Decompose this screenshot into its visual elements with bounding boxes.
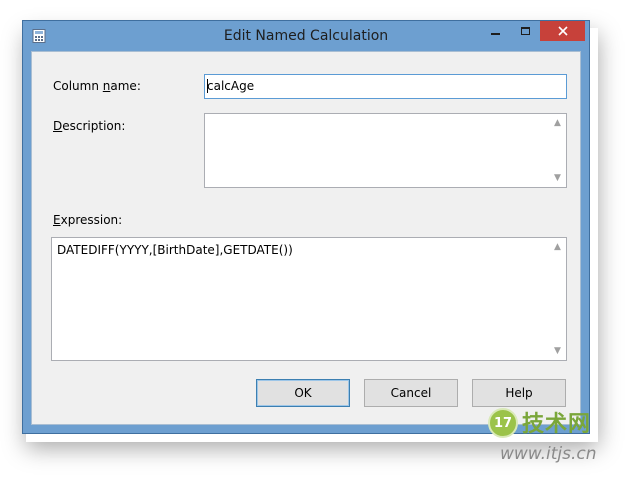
maximize-button[interactable]	[511, 21, 539, 41]
description-textarea[interactable]: ▲ ▼	[204, 113, 567, 188]
expression-label: Expression:	[53, 213, 123, 227]
watermark-url: www.itjs.cn	[500, 444, 597, 464]
column-name-label: Column name:	[53, 79, 141, 93]
maximize-icon	[520, 27, 530, 35]
close-button[interactable]	[540, 21, 585, 41]
close-icon	[557, 26, 568, 36]
minimize-button[interactable]	[481, 21, 509, 41]
site-watermark: 17 技术网 www.itjs.cn	[486, 404, 626, 470]
expression-textarea[interactable]: DATEDIFF(YYYY,[BirthDate],GETDATE()) ▲ ▼	[51, 237, 567, 361]
dialog-window: Edit Named Calculation Column name: calc…	[22, 20, 590, 434]
minimize-icon	[490, 33, 500, 35]
watermark-brand: 技术网	[522, 412, 592, 437]
ok-button[interactable]: OK	[256, 379, 350, 407]
scroll-down-icon[interactable]: ▼	[552, 173, 563, 183]
scroll-up-icon[interactable]: ▲	[552, 118, 563, 128]
expression-value: DATEDIFF(YYYY,[BirthDate],GETDATE())	[57, 243, 293, 257]
scroll-down-icon[interactable]: ▼	[552, 346, 563, 356]
column-name-input[interactable]: calcAge	[204, 74, 567, 99]
title-bar[interactable]: Edit Named Calculation	[23, 21, 589, 51]
watermark-badge: 17	[488, 408, 518, 438]
dialog-client-area: Column name: calcAge Description: ▲ ▼ Ex…	[31, 51, 581, 425]
scroll-up-icon[interactable]: ▲	[552, 242, 563, 252]
column-name-value: calcAge	[207, 79, 255, 93]
description-label: Description:	[53, 119, 126, 133]
cancel-button[interactable]: Cancel	[364, 379, 458, 407]
help-button[interactable]: Help	[472, 379, 566, 407]
